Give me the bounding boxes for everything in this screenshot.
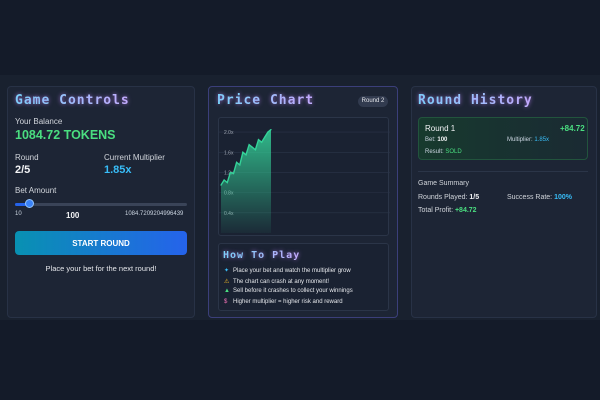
price-chart-svg: 2.0x1.6x1.2x0.8x0.4x — [219, 128, 390, 233]
chart-point — [223, 179, 225, 181]
dollar-icon: $ — [224, 298, 228, 305]
success-rate: Success Rate: 100% — [507, 194, 572, 201]
trend-icon: ▲ — [224, 288, 230, 294]
how-to-play-item: ✦ Place your bet and watch the multiplier… — [224, 267, 351, 274]
rounds-played: Rounds Played: 1/5 — [418, 194, 479, 201]
sparkle-icon: ✦ — [224, 268, 230, 274]
how-to-play-item: ⚠ The chart can crash at any moment! — [224, 278, 329, 285]
warning-icon: ⚠ — [224, 278, 230, 285]
chart-y-tick-label: 2.0x — [224, 130, 234, 136]
how-to-play-text: The chart can crash at any moment! — [233, 278, 330, 285]
status-hint: Place your bet for the next round! — [45, 264, 157, 273]
round-card-mult-label: Multiplier: — [507, 137, 533, 143]
bet-amount-label: Bet Amount — [15, 186, 57, 195]
chart-point — [248, 144, 250, 146]
bet-slider-thumb[interactable] — [24, 199, 34, 208]
round-value: 2/5 — [15, 164, 31, 176]
success-rate-value: 100% — [554, 194, 572, 201]
multiplier-label: Current Multiplier — [104, 153, 165, 162]
round-card-bet: Bet: 100 — [425, 137, 447, 143]
bet-current-value: 100 — [66, 211, 80, 220]
multiplier-value: 1.85x — [104, 164, 132, 176]
round-card-result: Result: SOLD — [425, 149, 462, 155]
round-card-name: Round 1 — [425, 124, 456, 133]
chart-point — [251, 146, 253, 148]
how-to-play-text: Place your bet and watch the multiplier … — [233, 268, 351, 274]
bet-max-label: 1084.7209204996439 — [125, 211, 184, 217]
how-to-play-title: How To Play — [223, 250, 301, 261]
rounds-played-value: 1/5 — [469, 194, 480, 201]
chart-point — [270, 128, 272, 131]
chart-point — [264, 136, 266, 138]
chart-point — [229, 171, 231, 174]
bet-min-label: 10 — [15, 211, 22, 217]
balance-value: 1084.72 TOKENS — [15, 128, 116, 142]
price-chart: 2.0x1.6x1.2x0.8x0.4x — [218, 117, 390, 236]
chart-y-tick-label: 1.6x — [224, 150, 234, 156]
chart-point — [257, 139, 260, 141]
chart-point — [236, 161, 238, 163]
rounds-played-label: Rounds Played: — [418, 194, 468, 201]
chart-point — [226, 181, 228, 184]
chart-point — [245, 154, 247, 156]
total-profit-value: +84.72 — [454, 207, 477, 214]
round-label: Round — [15, 153, 39, 162]
how-to-play-item: $ Higher multiplier = higher risk and rew… — [224, 299, 343, 305]
chart-point — [232, 172, 235, 175]
round-card-result-label: Result: — [425, 149, 444, 155]
total-profit: Total Profit: +84.72 — [418, 207, 477, 214]
game-controls-title: Game Controls — [15, 93, 130, 108]
chart-area — [221, 129, 271, 233]
round-card-mult-value: 1.85x — [534, 137, 550, 143]
price-chart-title: Price Chart — [217, 93, 315, 108]
round-card-profit: +84.72 — [560, 124, 585, 133]
chart-point — [261, 141, 263, 143]
chart-point — [267, 131, 269, 133]
round-card-bet-label: Bet: — [425, 137, 436, 143]
chart-point — [220, 184, 222, 186]
round-card-result-value: SOLD — [445, 149, 462, 155]
how-to-play-item: ▲ Sell before it crashes to collect your … — [224, 288, 353, 294]
chart-point — [242, 151, 244, 153]
round-history-title: Round History — [418, 93, 533, 108]
balance-label: Your Balance — [15, 117, 63, 126]
bet-slider[interactable] — [15, 203, 187, 206]
chart-point — [239, 164, 241, 166]
round-badge: Round 2 — [358, 96, 388, 107]
chart-point — [254, 149, 256, 151]
total-profit-label: Total Profit: — [418, 207, 454, 214]
how-to-play-text: Higher multiplier = higher risk and rewa… — [233, 298, 343, 305]
history-divider — [418, 171, 588, 172]
how-to-play-text: Sell before it crashes to collect your w… — [233, 288, 353, 294]
success-rate-label: Success Rate: — [507, 194, 553, 201]
start-round-button[interactable]: START ROUND — [15, 231, 187, 255]
game-summary-title: Game Summary — [418, 180, 469, 187]
round-card-bet-value: 100 — [437, 137, 448, 143]
round-card-multiplier: Multiplier: 1.85x — [507, 137, 549, 143]
